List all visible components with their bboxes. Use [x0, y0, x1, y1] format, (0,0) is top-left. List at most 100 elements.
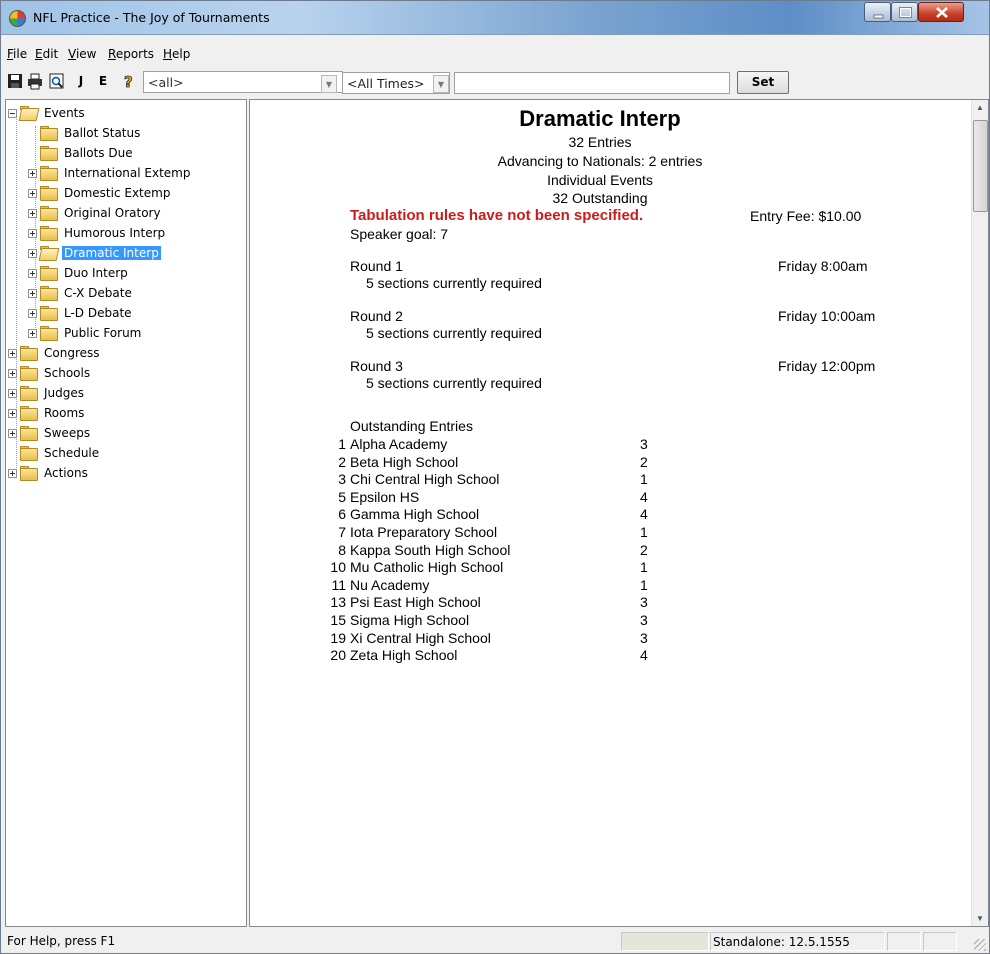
j-button[interactable]: J: [71, 71, 91, 91]
status-panel-empty: [621, 932, 709, 951]
tree-item-domestic-extemp[interactable]: Domestic Extemp: [28, 183, 172, 203]
tree-item-original-oratory[interactable]: Original Oratory: [28, 203, 163, 223]
expand-icon[interactable]: [28, 268, 37, 278]
print-preview-button[interactable]: [47, 71, 67, 91]
scroll-up-icon[interactable]: ▲: [976, 103, 984, 112]
tree-item-c-x-debate[interactable]: C-X Debate: [28, 283, 134, 303]
app-logo-icon: [9, 10, 26, 27]
tree-item-schedule[interactable]: Schedule: [8, 443, 101, 463]
expand-icon[interactable]: [28, 188, 37, 198]
set-button[interactable]: Set: [737, 71, 789, 94]
title-bar[interactable]: NFL Practice - The Joy of Tournaments: [1, 1, 989, 35]
entry-count: 4: [640, 647, 648, 664]
expand-icon[interactable]: [8, 408, 17, 418]
entry-number: 7: [338, 524, 346, 540]
event-filter-dropdown-arrow-icon[interactable]: ▼: [321, 75, 337, 93]
folder-icon: [20, 446, 38, 461]
event-report-pane: Dramatic Interp 32 Entries Advancing to …: [249, 99, 989, 927]
expand-icon[interactable]: [28, 168, 37, 178]
expand-icon[interactable]: [8, 468, 17, 478]
tabulation-warning: Tabulation rules have not been specified…: [350, 207, 644, 224]
round-time: Friday 10:00am: [778, 308, 876, 324]
entry-number: 8: [338, 541, 346, 558]
scrollbar-thumb[interactable]: [973, 120, 988, 212]
resize-grip-icon[interactable]: [974, 939, 986, 951]
tree-item-congress[interactable]: Congress: [8, 343, 102, 363]
expand-icon[interactable]: [28, 308, 37, 318]
expand-icon[interactable]: [8, 428, 17, 438]
expand-icon[interactable]: [28, 228, 37, 238]
tree-item-actions[interactable]: Actions: [8, 463, 90, 483]
tree-item-ballot-status[interactable]: Ballot Status: [28, 123, 142, 143]
print-button[interactable]: [25, 71, 45, 91]
status-panel-version: Standalone: 12.5.1555: [710, 932, 885, 951]
time-filter-dropdown-arrow-icon[interactable]: ▼: [433, 75, 449, 93]
folder-icon: [40, 226, 58, 241]
round-detail: 5 sections currently required: [366, 275, 542, 291]
print-preview-icon: [49, 73, 64, 89]
maximize-icon: [899, 7, 912, 18]
expand-icon[interactable]: [28, 208, 37, 218]
menu-file[interactable]: File: [7, 47, 27, 61]
expand-icon[interactable]: [28, 248, 37, 258]
folder-icon: [20, 466, 38, 481]
tree-item-sweeps[interactable]: Sweeps: [8, 423, 92, 443]
entry-school: Alpha Academy: [350, 436, 448, 452]
advancing-text: Advancing to Nationals: 2 entries: [497, 153, 703, 169]
tree-item-humorous-interp[interactable]: Humorous Interp: [28, 223, 167, 243]
collapse-icon[interactable]: [8, 108, 17, 118]
entry-count: 4: [640, 488, 648, 505]
entry-count: 1: [640, 471, 648, 488]
menu-help[interactable]: Help: [163, 47, 190, 61]
folder-icon: [20, 366, 38, 381]
expand-icon[interactable]: [28, 288, 37, 298]
folder-icon: [40, 266, 58, 281]
e-button[interactable]: E: [93, 71, 113, 91]
expand-icon[interactable]: [8, 368, 17, 378]
event-filter-combo[interactable]: <all>: [143, 71, 343, 93]
status-panel-caps: [887, 932, 921, 951]
entry-count: 4: [640, 506, 648, 523]
tree-item-judges[interactable]: Judges: [8, 383, 86, 403]
tree-item-duo-interp[interactable]: Duo Interp: [28, 263, 130, 283]
entries-count: 32 Entries: [568, 134, 632, 150]
close-button[interactable]: [918, 2, 964, 22]
tree-item-l-d-debate[interactable]: L-D Debate: [28, 303, 134, 323]
tree-item-dramatic-interp[interactable]: Dramatic Interp: [28, 243, 161, 263]
entry-school: Chi Central High School: [350, 471, 500, 488]
entry-school: Psi East High School: [350, 594, 481, 611]
tree-item-public-forum[interactable]: Public Forum: [28, 323, 143, 343]
entry-number: 1: [338, 436, 346, 452]
entry-count: 2: [640, 453, 648, 470]
tree-item-events[interactable]: Events: [8, 103, 87, 123]
menu-reports[interactable]: Reports: [108, 47, 154, 61]
save-button[interactable]: [5, 71, 25, 91]
entry-school: Beta High School: [350, 453, 459, 470]
entry-number: 15: [330, 612, 346, 628]
tree-item-international-extemp[interactable]: International Extemp: [28, 163, 192, 183]
entry-count: 3: [640, 594, 648, 611]
app-window: NFL Practice - The Joy of Tournaments Fi…: [0, 0, 990, 954]
entry-number: 6: [338, 506, 346, 523]
help-question-icon: ?: [124, 73, 134, 92]
tree-item-ballots-due[interactable]: Ballots Due: [28, 143, 135, 163]
folder-icon: [40, 166, 58, 181]
event-filter-value: <all>: [148, 75, 184, 90]
search-input[interactable]: [454, 72, 730, 94]
vertical-scrollbar[interactable]: ▲ ▼: [971, 100, 988, 926]
expand-icon[interactable]: [28, 328, 37, 338]
entry-number: 13: [330, 594, 346, 611]
expand-icon[interactable]: [8, 388, 17, 398]
scroll-down-icon[interactable]: ▼: [976, 914, 984, 923]
minimize-button[interactable]: [864, 2, 891, 22]
menu-view[interactable]: View: [68, 47, 96, 61]
help-button[interactable]: ?: [119, 71, 139, 92]
folder-icon: [40, 326, 58, 341]
close-icon: [936, 7, 948, 18]
tree-item-rooms[interactable]: Rooms: [8, 403, 86, 423]
expand-icon[interactable]: [8, 348, 17, 358]
menu-edit[interactable]: Edit: [35, 47, 58, 61]
maximize-button[interactable]: [891, 2, 918, 22]
tree-item-schools[interactable]: Schools: [8, 363, 92, 383]
entry-count: 2: [640, 541, 648, 558]
